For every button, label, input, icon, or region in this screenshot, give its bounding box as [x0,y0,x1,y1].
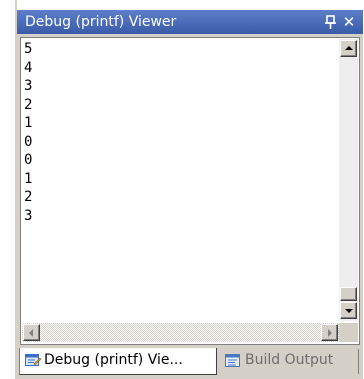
scroll-up-button[interactable] [340,40,357,57]
output-line: 2 [24,189,33,205]
panel-titlebar[interactable]: Debug (printf) Viewer ✕ [17,10,363,34]
output-line: 1 [24,115,33,131]
vertical-scroll-track[interactable] [340,57,357,287]
debug-viewer-panel: Debug (printf) Viewer ✕ 5 4 3 2 1 0 0 1 2 3 Debug… [17,10,363,379]
pin-icon[interactable] [324,14,338,30]
output-line: 0 [24,152,33,168]
arrow-right-icon [328,329,332,337]
horizontal-scrollbar[interactable] [22,323,339,342]
arrow-down-icon [345,309,353,313]
close-icon[interactable]: ✕ [341,13,357,31]
tab-build-output-label: Build Output [245,352,334,368]
scroll-down-button[interactable] [340,302,357,319]
output-area[interactable]: 5 4 3 2 1 0 0 1 2 3 [20,37,360,345]
arrow-up-icon [345,46,353,50]
output-line: 2 [24,96,33,113]
scrollbar-corner [339,323,358,342]
output-line: 1 [24,170,33,187]
scroll-right-button[interactable] [321,324,338,341]
scroll-left-button[interactable] [23,324,40,341]
left-margin [0,0,16,379]
output-line: 4 [24,59,33,76]
vertical-scrollbar[interactable] [339,39,358,321]
debug-viewer-icon [25,354,41,366]
output-text-list[interactable]: 5 4 3 2 1 0 0 1 2 3 [23,40,337,322]
arrow-left-icon [29,329,33,337]
bottom-tab-strip: Debug (printf) Vie... Build Output [17,348,363,379]
panel-title: Debug (printf) Viewer [25,14,177,30]
build-output-icon [225,354,240,367]
vertical-scroll-thumb[interactable] [340,287,357,301]
output-line: 3 [24,78,33,94]
page: Debug (printf) Viewer ✕ 5 4 3 2 1 0 0 1 2 3 Debug… [0,0,364,379]
tab-debug-printf-viewer-label: Debug (printf) Vie... [44,352,183,368]
output-line: 3 [24,207,33,224]
output-line: 5 [24,41,33,57]
tab-debug-printf-viewer[interactable]: Debug (printf) Vie... [19,348,217,375]
tab-build-output[interactable]: Build Output [219,349,359,374]
output-line: 0 [24,133,33,150]
